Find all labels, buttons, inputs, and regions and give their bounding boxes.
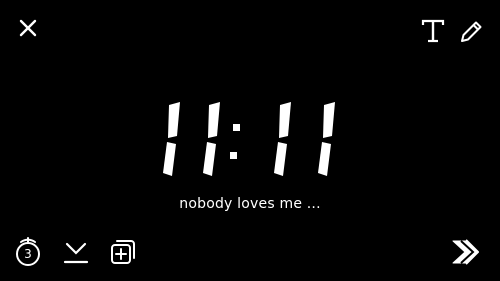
digit-segment	[208, 102, 220, 138]
send-button[interactable]	[450, 238, 484, 266]
save-button[interactable]	[62, 240, 90, 266]
add-to-story-icon	[111, 240, 135, 264]
digit-segment	[163, 142, 176, 176]
colon-dot	[233, 124, 240, 131]
clock-digits	[163, 102, 335, 176]
add-to-story-button[interactable]	[109, 238, 137, 266]
timer-value: 3	[24, 247, 32, 261]
digit-segment	[168, 102, 180, 138]
text-tool-button[interactable]	[420, 17, 446, 45]
text-tool-icon	[421, 19, 445, 43]
close-button[interactable]	[16, 16, 40, 40]
pencil-icon	[461, 21, 482, 42]
digit-segment	[274, 142, 287, 176]
close-icon	[19, 19, 37, 37]
caption-text[interactable]: nobody loves me ...	[0, 196, 500, 212]
clock-display: 11 11	[150, 100, 350, 180]
download-icon	[63, 242, 89, 264]
digit-segment	[318, 142, 331, 176]
digit-segment	[203, 142, 216, 176]
colon-dot	[230, 152, 237, 159]
pencil-tool-button[interactable]	[458, 19, 484, 45]
digit-segment	[279, 102, 291, 138]
send-arrow-icon	[452, 239, 479, 265]
timer-button[interactable]: 3	[14, 236, 42, 268]
digit-segment	[323, 102, 335, 138]
